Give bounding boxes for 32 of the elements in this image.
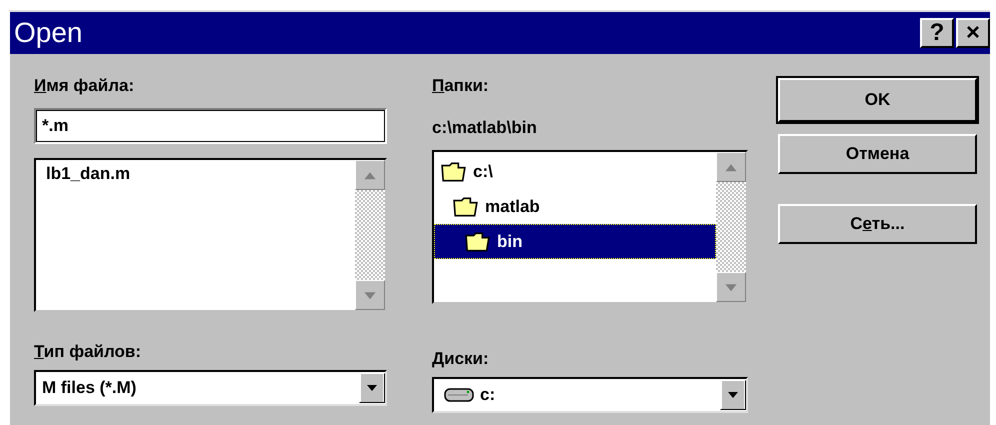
cancel-button[interactable]: Отмена xyxy=(778,134,977,174)
scroll-up-icon[interactable] xyxy=(355,160,385,190)
window-title: Open xyxy=(14,17,82,49)
file-type-dropdown[interactable]: M files (*.M) xyxy=(34,370,387,406)
drives-dropdown[interactable]: c: xyxy=(432,377,748,413)
scroll-down-icon[interactable] xyxy=(355,280,385,310)
ok-button[interactable]: OK xyxy=(778,78,977,122)
folders-label: Папки: xyxy=(432,76,490,97)
folder-list[interactable]: c:\ matlab bin xyxy=(432,150,748,304)
drive-icon xyxy=(444,387,474,403)
dropdown-arrow-icon[interactable] xyxy=(359,373,385,403)
drives-label: Диски: xyxy=(432,349,490,370)
scroll-down-icon[interactable] xyxy=(716,272,746,302)
file-name-label: Имя файла: xyxy=(34,76,136,97)
help-button[interactable]: ? xyxy=(920,18,954,48)
folder-item[interactable]: c:\ xyxy=(434,154,716,189)
folder-icon xyxy=(453,196,479,218)
dropdown-arrow-icon[interactable] xyxy=(720,380,746,410)
scroll-bar[interactable] xyxy=(355,160,385,310)
close-button[interactable]: × xyxy=(956,18,990,48)
file-type-label: Тип файлов: xyxy=(34,342,142,363)
scroll-up-icon[interactable] xyxy=(716,152,746,182)
folder-icon xyxy=(441,160,467,182)
network-button[interactable]: Сеть... xyxy=(778,204,977,244)
folder-icon xyxy=(465,230,491,252)
scroll-bar[interactable] xyxy=(716,152,746,302)
file-name-field[interactable]: *.m xyxy=(34,108,387,144)
file-item[interactable]: lb1_dan.m xyxy=(36,162,355,186)
current-path: c:\matlab\bin xyxy=(432,118,538,139)
folder-item[interactable]: matlab xyxy=(434,189,716,224)
folder-item[interactable]: bin xyxy=(434,224,716,259)
file-list[interactable]: lb1_dan.m xyxy=(34,158,387,312)
